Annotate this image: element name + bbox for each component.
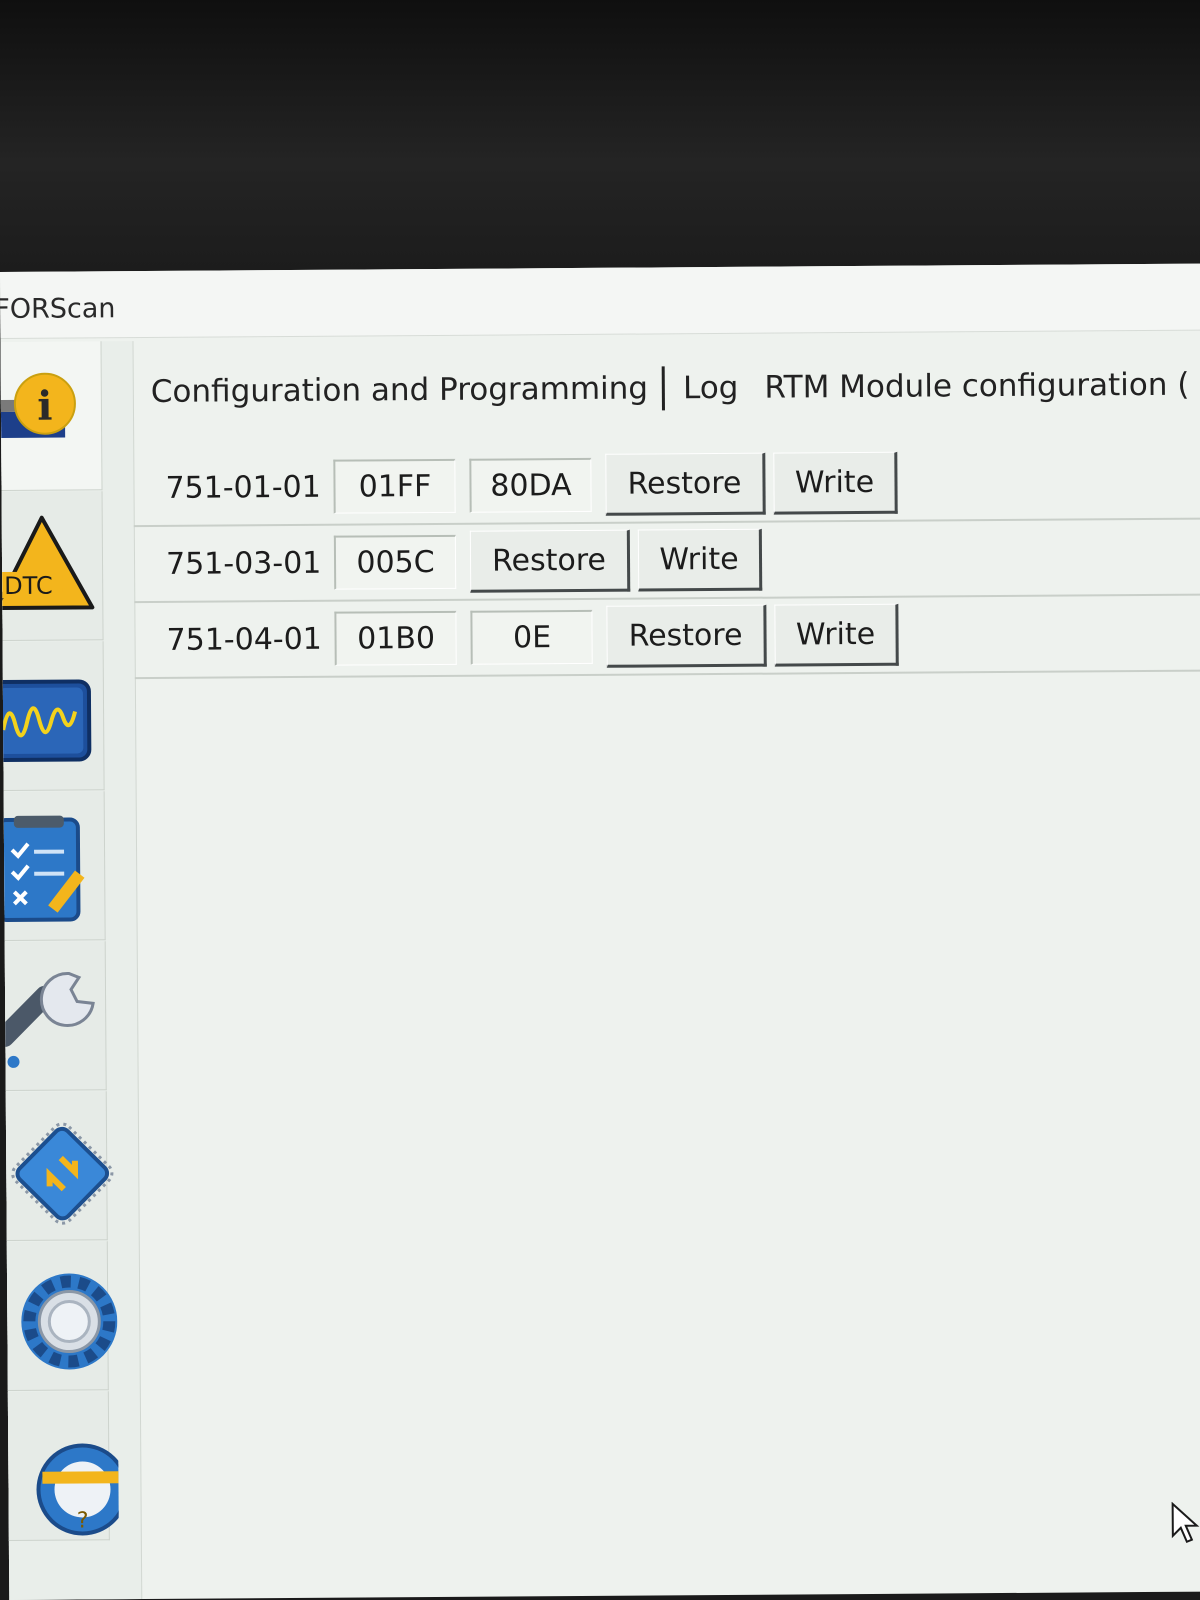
write-button[interactable]: Write xyxy=(774,603,899,667)
config-address: 751-03-01 xyxy=(165,545,322,582)
oscilloscope-icon xyxy=(2,679,92,762)
title-bar: FORScan xyxy=(0,263,1200,339)
dtc-warning-icon: DTC xyxy=(1,515,95,611)
sidebar-item-vehicle-info[interactable]: i xyxy=(0,341,103,491)
mouse-cursor-icon xyxy=(1171,1501,1200,1544)
config-address: 751-04-01 xyxy=(166,621,322,658)
svg-text:i: i xyxy=(37,383,53,430)
dtc-label: DTC xyxy=(4,572,53,600)
sidebar-item-help[interactable]: ? xyxy=(7,1391,119,1541)
config-row: 751-03-01 005C Restore Write xyxy=(133,519,1200,604)
write-button[interactable]: Write xyxy=(773,451,898,515)
checklist-icon xyxy=(3,815,85,922)
tab-bar: Configuration and Programming Log RTM Mo… xyxy=(151,360,1190,417)
info-icon: i xyxy=(0,372,76,438)
tab-separator xyxy=(661,366,666,411)
config-list: 751-01-01 01FF 80DA Restore Write 751-03… xyxy=(133,443,1200,680)
wrench-icon xyxy=(4,972,95,1068)
config-value-field[interactable]: 01B0 xyxy=(334,610,457,666)
restore-button[interactable]: Restore xyxy=(606,604,767,668)
help-label: ? xyxy=(77,1508,89,1533)
restore-button[interactable]: Restore xyxy=(605,452,766,516)
write-button[interactable]: Write xyxy=(637,528,763,592)
config-value-field[interactable]: 01FF xyxy=(333,458,456,514)
gear-icon xyxy=(21,1273,118,1370)
config-value-field[interactable]: 80DA xyxy=(469,457,592,513)
sidebar-item-settings[interactable] xyxy=(6,1241,118,1391)
monitor-bezel xyxy=(0,0,1200,272)
config-address: 751-01-01 xyxy=(165,469,321,506)
help-icon: ? xyxy=(36,1443,119,1536)
sidebar-item-service[interactable] xyxy=(3,791,106,941)
sidebar-item-programming[interactable] xyxy=(5,1091,114,1241)
config-row: 751-04-01 01B0 0E Restore Write xyxy=(134,595,1200,680)
forscan-window: FORScan i DTC ? Configuration and Progra… xyxy=(0,263,1200,1600)
sidebar: i DTC ? xyxy=(0,341,143,1600)
restore-button[interactable]: Restore xyxy=(469,529,631,593)
sidebar-item-dtc[interactable]: DTC xyxy=(1,491,104,641)
config-row: 751-01-01 01FF 80DA Restore Write xyxy=(133,443,1200,528)
tab-log[interactable]: Log xyxy=(683,370,739,406)
tab-rtm-module-configuration[interactable]: RTM Module configuration ( xyxy=(764,367,1189,406)
tab-configuration-and-programming[interactable]: Configuration and Programming xyxy=(151,370,648,409)
sidebar-item-oscilloscope[interactable] xyxy=(2,641,105,791)
app-title: FORScan xyxy=(0,293,116,326)
config-value-field[interactable]: 005C xyxy=(333,534,457,590)
chip-icon xyxy=(11,1122,114,1225)
config-value-field[interactable]: 0E xyxy=(470,609,593,665)
sidebar-item-tests[interactable] xyxy=(4,941,107,1091)
